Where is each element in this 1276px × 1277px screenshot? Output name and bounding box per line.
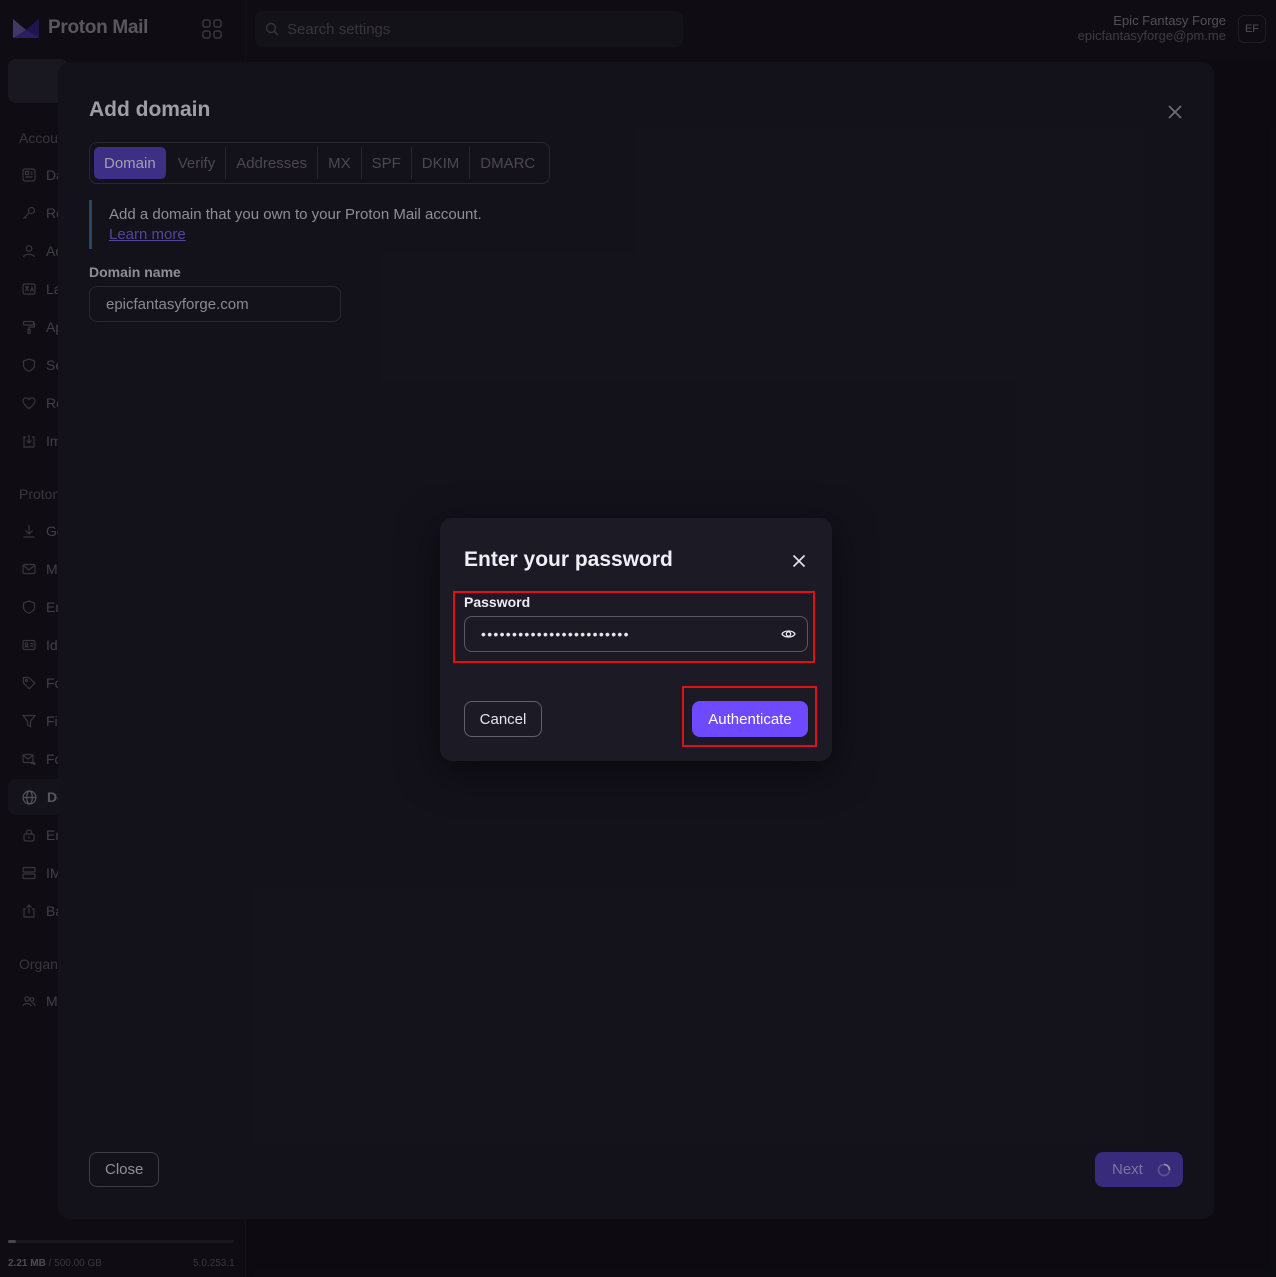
password-input[interactable]: •••••••••••••••••••••••• — [464, 616, 808, 652]
password-value: •••••••••••••••••••••••• — [481, 626, 630, 642]
authenticate-button[interactable]: Authenticate — [692, 701, 808, 737]
enter-password-dialog: Enter your password Password •••••••••••… — [440, 518, 832, 761]
password-label: Password — [464, 594, 531, 610]
cancel-button[interactable]: Cancel — [464, 701, 542, 737]
eye-icon[interactable] — [781, 627, 796, 646]
dialog-title: Enter your password — [464, 548, 673, 571]
close-icon[interactable] — [790, 552, 808, 570]
